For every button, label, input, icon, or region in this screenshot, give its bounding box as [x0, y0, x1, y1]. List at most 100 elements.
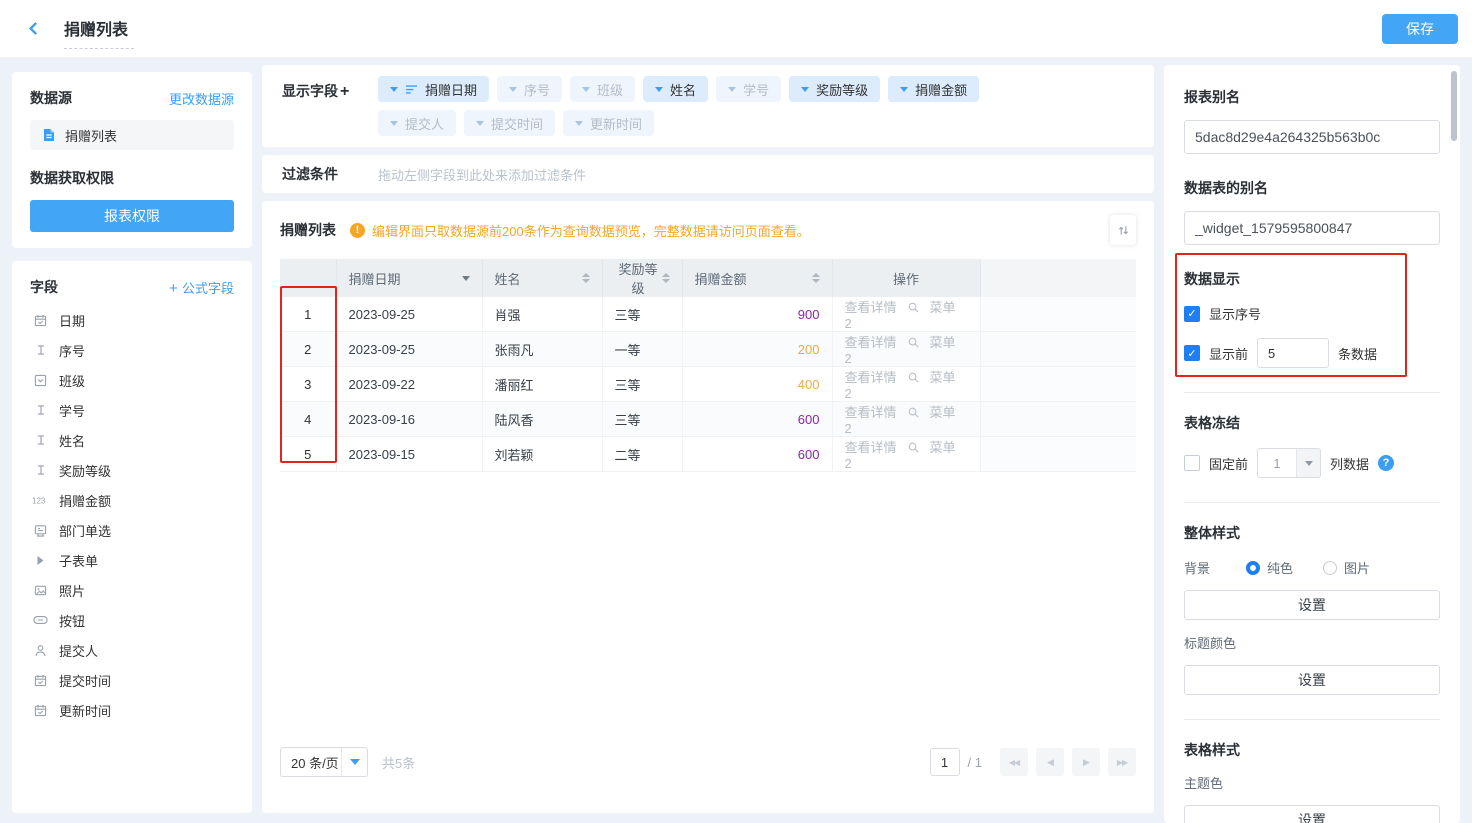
view-detail-link[interactable]: 查看详情: [845, 370, 897, 385]
ops-cell: 查看详情菜单2: [832, 402, 980, 437]
display-field-chip[interactable]: 捐赠日期: [378, 76, 489, 102]
preview-notice: 编辑界面只取数据源前200条作为查询数据预览，完整数据请访问页面查看。: [350, 221, 810, 240]
bg-solid-radio[interactable]: 纯色: [1246, 558, 1293, 577]
show-index-checkbox[interactable]: 显示序号: [1184, 304, 1440, 323]
field-item[interactable]: 班级: [30, 365, 234, 395]
chevron-down-icon: [575, 121, 583, 126]
form-doc-icon: [40, 128, 57, 142]
field-item[interactable]: 子表单: [30, 545, 234, 575]
field-item[interactable]: 123捐赠金额: [30, 485, 234, 515]
scrollbar[interactable]: [1451, 71, 1457, 141]
field-item-label: 更新时间: [59, 701, 111, 720]
search-icon[interactable]: [907, 371, 920, 384]
view-detail-link[interactable]: 查看详情: [845, 335, 897, 350]
field-item[interactable]: 照片: [30, 575, 234, 605]
report-alias-input[interactable]: [1184, 120, 1440, 154]
overall-style-title: 整体样式: [1184, 523, 1440, 543]
save-button[interactable]: 保存: [1382, 14, 1458, 44]
table-alias-input[interactable]: [1184, 211, 1440, 245]
column-header[interactable]: 奖励等级: [602, 259, 682, 297]
radio-unchecked-icon: [1323, 561, 1337, 575]
display-field-chips: 捐赠日期序号班级姓名学号 奖励等级 捐赠金额提交人提交时间更新时间: [378, 76, 979, 136]
data-display-section: 数据显示 显示序号 显示前 条数据: [1184, 269, 1440, 368]
svg-text:123: 123: [32, 496, 46, 505]
field-item[interactable]: 序号: [30, 335, 234, 365]
field-item-label: 子表单: [59, 551, 98, 570]
filter-dropzone[interactable]: 拖动左侧字段到此处来添加过滤条件: [378, 165, 586, 184]
add-formula-field-link[interactable]: 公式字段: [169, 278, 234, 297]
data-table-wrap: 捐赠日期姓名奖励等级捐赠金额操作12023-09-25肖强三等900查看详情菜单…: [280, 259, 1136, 472]
search-icon[interactable]: [907, 406, 920, 419]
table-title: 捐赠列表: [280, 220, 336, 240]
subform-icon: [32, 555, 49, 566]
show-top-checkbox[interactable]: 显示前 条数据: [1184, 338, 1440, 368]
table-row: 12023-09-25肖强三等900查看详情菜单2: [280, 297, 1136, 332]
sort-order-button[interactable]: [1110, 215, 1136, 245]
button-icon: [32, 615, 49, 625]
display-field-chip[interactable]: 捐赠金额: [888, 76, 979, 102]
last-page-button[interactable]: [1108, 748, 1136, 776]
column-header[interactable]: 姓名: [482, 259, 602, 297]
search-icon[interactable]: [907, 301, 920, 314]
field-item[interactable]: 提交时间: [30, 665, 234, 695]
add-display-field-button[interactable]: [338, 83, 349, 99]
prev-page-button[interactable]: [1036, 748, 1064, 776]
field-item[interactable]: 按钮: [30, 605, 234, 635]
fields-title: 字段: [30, 277, 58, 297]
datasource-item[interactable]: 捐赠列表: [30, 120, 234, 150]
field-item[interactable]: 学号: [30, 395, 234, 425]
back-button[interactable]: [22, 18, 44, 40]
report-permission-button[interactable]: 报表权限: [30, 200, 234, 232]
row-number-cell: 5: [280, 437, 336, 472]
report-alias-label: 报表别名: [1184, 87, 1440, 107]
field-item[interactable]: 奖励等级: [30, 455, 234, 485]
ops-cell: 查看详情菜单2: [832, 367, 980, 402]
next-page-button[interactable]: [1072, 748, 1100, 776]
page-size-select[interactable]: 20 条/页: [280, 747, 368, 777]
search-icon[interactable]: [907, 336, 920, 349]
display-field-chip[interactable]: 学号: [716, 76, 781, 102]
view-detail-link[interactable]: 查看详情: [845, 300, 897, 315]
radio-checked-icon: [1246, 561, 1260, 575]
display-field-chip[interactable]: 提交时间: [464, 110, 555, 136]
help-icon[interactable]: [1378, 455, 1394, 471]
view-detail-link[interactable]: 查看详情: [845, 440, 897, 455]
field-item-label: 奖励等级: [59, 461, 111, 480]
display-field-chip[interactable]: 更新时间: [563, 110, 654, 136]
theme-color-set-button[interactable]: 设置: [1184, 805, 1440, 823]
field-item[interactable]: 姓名: [30, 425, 234, 455]
chip-label: 奖励等级: [816, 80, 868, 99]
view-detail-link[interactable]: 查看详情: [845, 405, 897, 420]
field-item[interactable]: 日期: [30, 305, 234, 335]
date-cell: 2023-09-22: [336, 367, 482, 402]
title-color-set-button[interactable]: 设置: [1184, 665, 1440, 695]
amount-cell: 600: [682, 402, 832, 437]
chevron-down-icon: [801, 87, 809, 92]
display-field-chip[interactable]: 姓名: [643, 76, 708, 102]
field-item-label: 班级: [59, 371, 85, 390]
search-icon[interactable]: [907, 441, 920, 454]
column-header[interactable]: 捐赠日期: [336, 259, 482, 297]
field-item-label: 姓名: [59, 431, 85, 450]
freeze-count-select[interactable]: 1: [1257, 448, 1321, 478]
page-number-input[interactable]: [930, 748, 960, 776]
display-field-chip[interactable]: 班级: [570, 76, 635, 102]
column-header[interactable]: 捐赠金额: [682, 259, 832, 297]
display-field-chip[interactable]: 奖励等级: [789, 76, 880, 102]
field-item[interactable]: 提交人: [30, 635, 234, 665]
display-field-chip[interactable]: 序号: [497, 76, 562, 102]
display-field-chip[interactable]: 提交人: [378, 110, 456, 136]
field-item[interactable]: 部门单选: [30, 515, 234, 545]
freeze-columns-checkbox[interactable]: 固定前 1 列数据: [1184, 448, 1440, 478]
level-cell: 二等: [602, 437, 682, 472]
first-page-button[interactable]: [1000, 748, 1028, 776]
filter-label: 过滤条件: [282, 164, 378, 184]
bg-image-radio[interactable]: 图片: [1323, 558, 1370, 577]
background-set-button[interactable]: 设置: [1184, 590, 1440, 620]
field-item[interactable]: 更新时间: [30, 695, 234, 725]
empty-cell: [980, 437, 1136, 472]
change-datasource-link[interactable]: 更改数据源: [169, 89, 234, 108]
level-cell: 三等: [602, 367, 682, 402]
chevron-down-icon: [1296, 449, 1320, 477]
top-count-input[interactable]: [1257, 338, 1329, 368]
